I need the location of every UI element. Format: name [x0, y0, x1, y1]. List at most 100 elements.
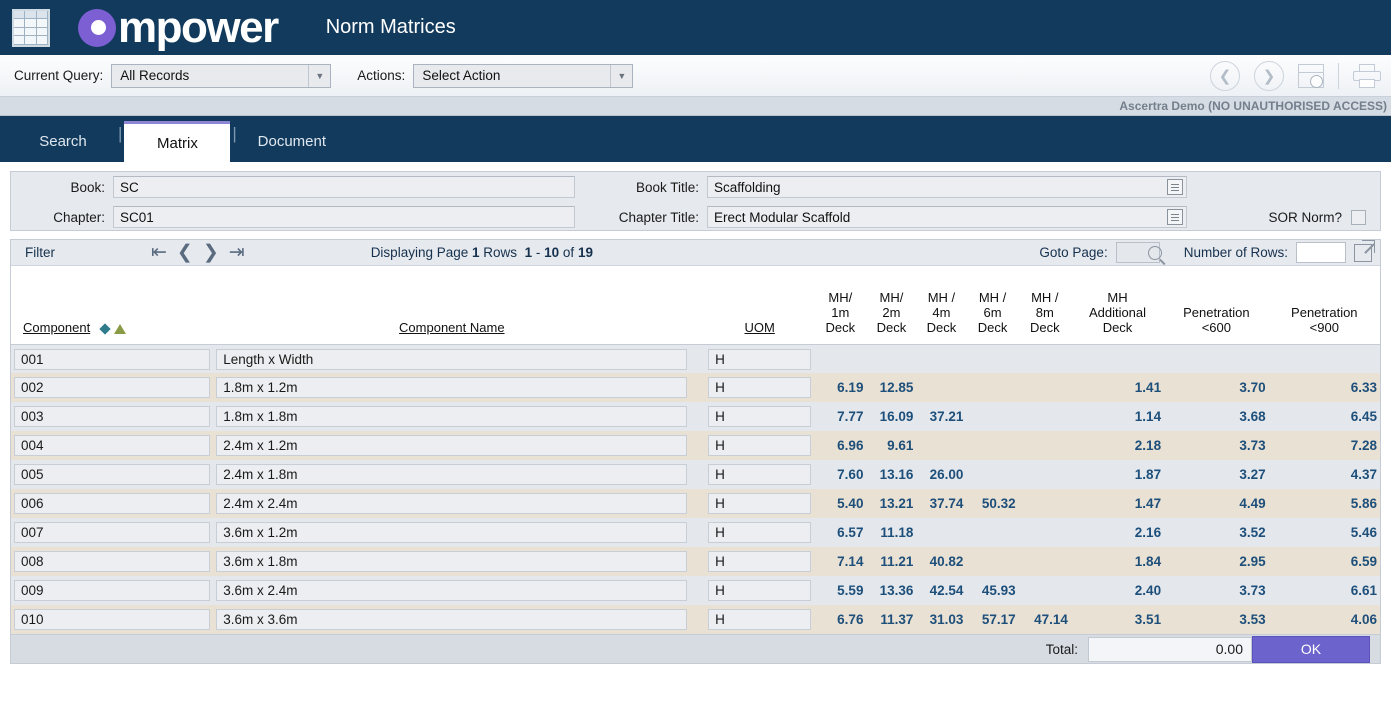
cell-component[interactable]: 006 — [11, 489, 213, 518]
cell-mh2[interactable]: 12.85 — [866, 373, 916, 402]
cell-mh2[interactable]: 9.61 — [866, 431, 916, 460]
cell-pen900[interactable]: 5.86 — [1269, 489, 1380, 518]
cell-mhadd[interactable]: 1.87 — [1071, 460, 1164, 489]
actions-select[interactable]: Select Action ▼ — [413, 64, 633, 88]
chevron-down-icon[interactable]: ▼ — [610, 65, 632, 87]
sort-ascending-triangle-icon[interactable] — [114, 324, 126, 334]
cell-component-name[interactable]: 3.6m x 3.6m — [213, 605, 690, 634]
cell-mh1[interactable]: 7.14 — [814, 547, 866, 576]
cell-component[interactable]: 002 — [11, 373, 213, 402]
table-row[interactable]: 0062.4m x 2.4mH5.4013.2137.7450.321.474.… — [11, 489, 1380, 518]
cell-mh1[interactable]: 7.60 — [814, 460, 866, 489]
cell-component[interactable]: 010 — [11, 605, 213, 634]
table-row[interactable]: 0031.8m x 1.8mH7.7716.0937.211.143.686.4… — [11, 402, 1380, 431]
cell-mhadd[interactable]: 3.51 — [1071, 605, 1164, 634]
cell-mh8[interactable] — [1019, 431, 1071, 460]
cell-mh4[interactable]: 40.82 — [916, 547, 966, 576]
cell-mhadd[interactable]: 2.18 — [1071, 431, 1164, 460]
cell-mh2[interactable]: 11.21 — [866, 547, 916, 576]
col-header-component[interactable]: Component — [11, 266, 213, 344]
cell-component-name[interactable]: 3.6m x 2.4m — [213, 576, 690, 605]
cell-mhadd[interactable]: 2.40 — [1071, 576, 1164, 605]
cell-mh6[interactable] — [966, 373, 1018, 402]
grid-search-icon[interactable] — [1298, 64, 1324, 88]
cell-mh4[interactable]: 37.74 — [916, 489, 966, 518]
cell-component[interactable]: 001 — [11, 344, 213, 373]
chevron-right-circle-icon[interactable]: ❯ — [1254, 61, 1284, 91]
cell-mh2[interactable]: 13.16 — [866, 460, 916, 489]
cell-pen600[interactable]: 3.52 — [1164, 518, 1269, 547]
cell-mh1[interactable]: 5.40 — [814, 489, 866, 518]
next-page-icon[interactable]: ❯ — [203, 243, 219, 262]
cell-mh4[interactable]: 26.00 — [916, 460, 966, 489]
cell-mh6[interactable]: 50.32 — [966, 489, 1018, 518]
cell-pen900[interactable]: 4.06 — [1269, 605, 1380, 634]
chapter-field[interactable]: SC01 — [113, 206, 575, 228]
cell-mhadd[interactable]: 1.47 — [1071, 489, 1164, 518]
cell-mh4[interactable] — [916, 344, 966, 373]
cell-pen600[interactable] — [1164, 344, 1269, 373]
cell-mh2[interactable]: 11.37 — [866, 605, 916, 634]
cell-uom[interactable]: H — [705, 547, 814, 576]
prev-page-icon[interactable]: ❮ — [177, 243, 193, 262]
cell-component[interactable]: 007 — [11, 518, 213, 547]
cell-component-name[interactable]: Length x Width — [213, 344, 690, 373]
cell-mhadd[interactable]: 1.84 — [1071, 547, 1164, 576]
cell-component[interactable]: 003 — [11, 402, 213, 431]
cell-pen900[interactable] — [1269, 344, 1380, 373]
cell-component-name[interactable]: 1.8m x 1.2m — [213, 373, 690, 402]
list-lookup-icon[interactable] — [1167, 209, 1183, 225]
chevron-left-circle-icon[interactable]: ❮ — [1210, 61, 1240, 91]
col-header-penetration-600[interactable]: Penetration <600 — [1164, 266, 1269, 344]
cell-component-name[interactable]: 2.4m x 1.2m — [213, 431, 690, 460]
cell-component[interactable]: 004 — [11, 431, 213, 460]
col-header-mh-2m-deck[interactable]: MH/ 2m Deck — [866, 266, 916, 344]
cell-mh2[interactable]: 13.21 — [866, 489, 916, 518]
current-query-select[interactable]: All Records ▼ — [111, 64, 331, 88]
first-page-icon[interactable]: ⇤ — [151, 243, 167, 262]
tab-document[interactable]: Document — [239, 121, 345, 162]
cell-pen900[interactable]: 6.59 — [1269, 547, 1380, 576]
cell-component-name[interactable]: 3.6m x 1.8m — [213, 547, 690, 576]
table-row[interactable]: 0052.4m x 1.8mH7.6013.1626.001.873.274.3… — [11, 460, 1380, 489]
cell-mh6[interactable] — [966, 547, 1018, 576]
cell-component[interactable]: 005 — [11, 460, 213, 489]
open-external-icon[interactable] — [1354, 244, 1372, 262]
cell-mh6[interactable]: 57.17 — [966, 605, 1018, 634]
col-header-component-name[interactable]: Component Name — [213, 266, 690, 344]
tab-search[interactable]: Search — [10, 121, 116, 162]
last-page-icon[interactable]: ⇥ — [229, 243, 245, 262]
chevron-down-icon[interactable]: ▼ — [308, 65, 330, 87]
cell-mh2[interactable]: 13.36 — [866, 576, 916, 605]
cell-mh8[interactable] — [1019, 489, 1071, 518]
cell-pen900[interactable]: 5.46 — [1269, 518, 1380, 547]
cell-component[interactable]: 008 — [11, 547, 213, 576]
filter-link[interactable]: Filter — [25, 245, 55, 260]
chapter-title-field[interactable]: Erect Modular Scaffold — [707, 206, 1187, 228]
cell-uom[interactable]: H — [705, 518, 814, 547]
cell-mh6[interactable] — [966, 344, 1018, 373]
table-row[interactable]: 0073.6m x 1.2mH6.5711.182.163.525.46 — [11, 518, 1380, 547]
cell-uom[interactable]: H — [705, 576, 814, 605]
sort-diamond-icon[interactable] — [99, 323, 110, 334]
cell-pen600[interactable]: 3.53 — [1164, 605, 1269, 634]
cell-uom[interactable]: H — [705, 402, 814, 431]
cell-mh1[interactable]: 6.76 — [814, 605, 866, 634]
cell-component-name[interactable]: 2.4m x 2.4m — [213, 489, 690, 518]
cell-mh8[interactable]: 47.14 — [1019, 605, 1071, 634]
cell-mh8[interactable] — [1019, 547, 1071, 576]
cell-mh2[interactable]: 16.09 — [866, 402, 916, 431]
table-row[interactable]: 0042.4m x 1.2mH6.969.612.183.737.28 — [11, 431, 1380, 460]
cell-mh1[interactable] — [814, 344, 866, 373]
cell-uom[interactable]: H — [705, 344, 814, 373]
table-row[interactable]: 0103.6m x 3.6mH6.7611.3731.0357.1747.143… — [11, 605, 1380, 634]
cell-component-name[interactable]: 3.6m x 1.2m — [213, 518, 690, 547]
cell-pen900[interactable]: 6.45 — [1269, 402, 1380, 431]
cell-pen900[interactable]: 6.61 — [1269, 576, 1380, 605]
cell-mh2[interactable] — [866, 344, 916, 373]
cell-pen900[interactable]: 7.28 — [1269, 431, 1380, 460]
cell-mhadd[interactable] — [1071, 344, 1164, 373]
cell-mh8[interactable] — [1019, 518, 1071, 547]
cell-pen900[interactable]: 4.37 — [1269, 460, 1380, 489]
sor-norm-checkbox[interactable] — [1351, 210, 1366, 225]
